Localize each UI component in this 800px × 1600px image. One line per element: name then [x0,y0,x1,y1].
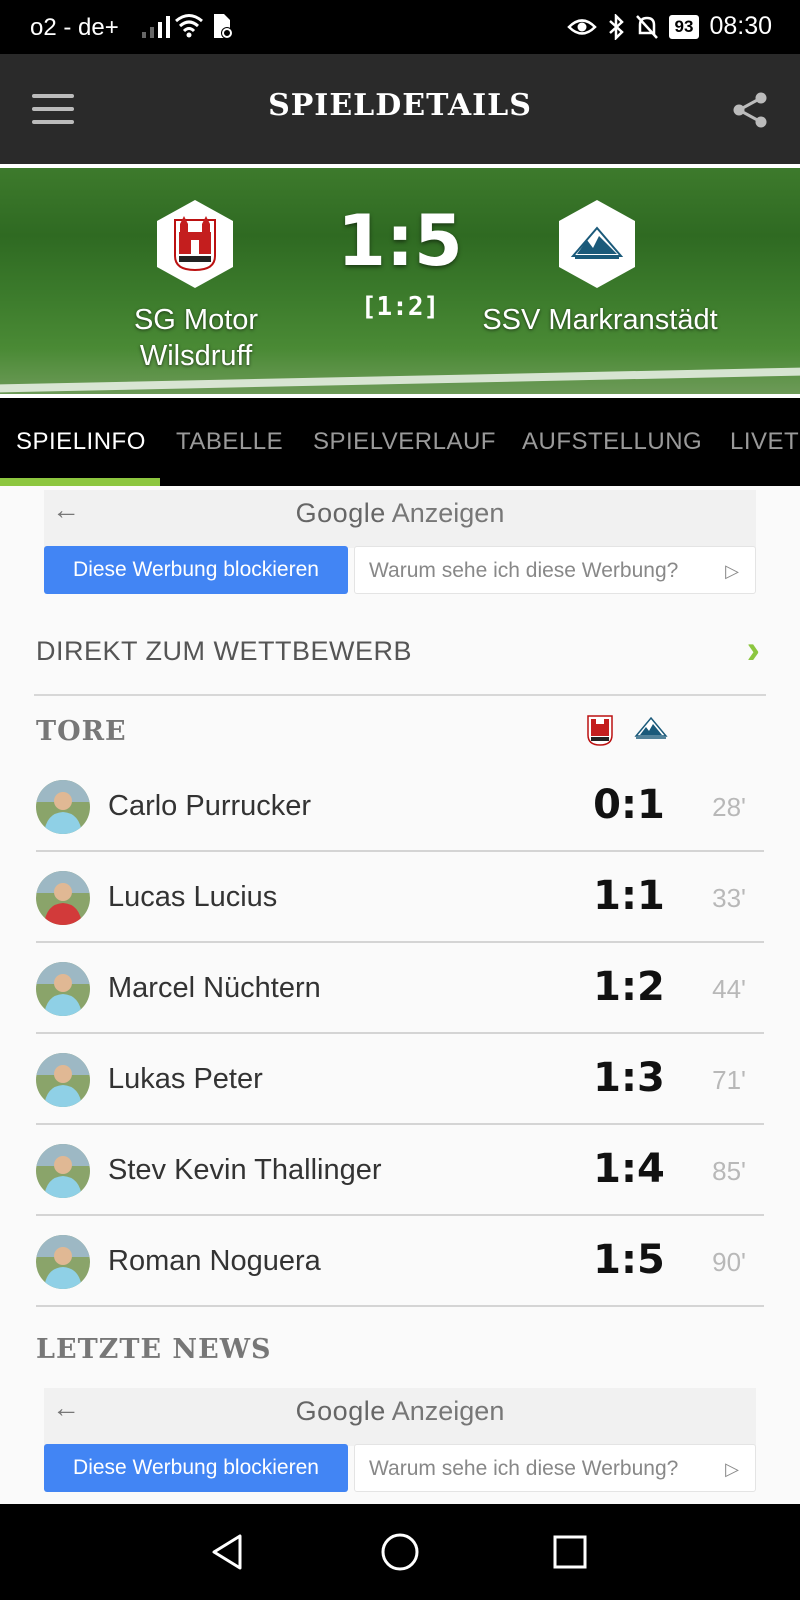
goal-minute: 85' [712,1156,746,1186]
goal-row[interactable]: Carlo Purrucker 0:1 28' [36,762,764,852]
goal-row[interactable]: Marcel Nüchtern 1:2 44' [36,944,764,1034]
why-ad-button[interactable]: Warum sehe ich diese Werbung? ▷ [354,546,756,594]
ad-brand: Google Anzeigen [44,498,756,529]
carrier-label: o2 - de+ [30,14,119,41]
player-avatar [36,780,90,834]
goal-row[interactable]: Stev Kevin Thallinger 1:4 85' [36,1126,764,1216]
ad-choices-icon: ▷ [725,1459,739,1479]
screen: o2 - de+ 93 08:30 SPIELDETAILS SG Motor … [0,0,800,1600]
goals-heading: TORE [36,716,127,747]
goal-score: 1:3 [593,1055,665,1101]
player-name: Roman Noguera [108,1245,321,1277]
status-right: 93 08:30 [566,12,772,41]
ad-brand: Google Anzeigen [44,1396,756,1427]
row-divider [36,941,764,943]
back-icon[interactable] [206,1530,250,1574]
recents-icon[interactable] [548,1530,592,1574]
battery-indicator: 93 [668,14,700,39]
ad-label: Anzeigen [391,498,505,528]
bluetooth-icon [608,13,624,40]
player-name: Carlo Purrucker [108,790,312,822]
player-name: Stev Kevin Thallinger [108,1154,382,1186]
player-avatar [36,962,90,1016]
chevron-right-icon: › [746,628,760,672]
direct-link-label: DIREKT ZUM WETTBEWERB [36,636,413,666]
tab-liveticker[interactable]: LIVET [730,428,799,456]
app-bar: SPIELDETAILS [0,54,800,164]
goal-score: 1:2 [593,964,665,1010]
page-title: SPIELDETAILS [268,88,532,123]
goal-score: 1:5 [593,1237,665,1283]
direct-to-competition-link[interactable]: DIREKT ZUM WETTBEWERB › [36,628,764,688]
google-logo: Google [295,1396,386,1426]
goal-score: 0:1 [593,782,665,828]
why-ad-label: Warum sehe ich diese Werbung? [369,559,679,582]
wifi-icon [175,14,203,38]
away-team-name[interactable]: SSV Markranstädt [480,302,720,338]
goal-score: 1:4 [593,1146,665,1192]
clock: 08:30 [709,12,772,40]
player-avatar [36,871,90,925]
divider [34,694,766,696]
away-team-crest[interactable] [555,198,639,290]
halftime-score: [1:2] [360,292,440,322]
system-navigation-bar [0,1504,800,1600]
tab-spielverlauf[interactable]: SPIELVERLAUF [313,428,496,456]
player-avatar [36,1053,90,1107]
row-divider [36,1032,764,1034]
google-ad: ← Google Anzeigen Diese Werbung blockier… [44,490,756,594]
goal-row[interactable]: Roman Noguera 1:5 90' [36,1217,764,1307]
away-mini-crest-icon [634,716,668,750]
goal-minute: 44' [712,974,746,1004]
row-divider [36,1305,764,1307]
why-ad-label: Warum sehe ich diese Werbung? [369,1457,679,1480]
block-ad-button[interactable]: Diese Werbung blockieren [44,1444,348,1492]
row-divider [36,1214,764,1216]
why-ad-button[interactable]: Warum sehe ich diese Werbung? ▷ [354,1444,756,1492]
home-mini-crest-icon [585,713,615,747]
player-name: Lucas Lucius [108,881,278,913]
player-name: Lukas Peter [108,1063,263,1095]
data-saver-icon [214,14,233,39]
home-team-crest[interactable] [153,198,237,290]
bell-off-icon [635,14,658,39]
news-heading: LETZTE NEWS [36,1334,272,1365]
tab-bar: SPIELINFO TABELLE SPIELVERLAUF AUFSTELLU… [0,398,800,486]
goal-row[interactable]: Lucas Lucius 1:1 33' [36,853,764,943]
goal-minute: 90' [712,1247,746,1277]
goal-row[interactable]: Lukas Peter 1:3 71' [36,1035,764,1125]
eye-icon [566,18,597,35]
goal-minute: 33' [712,883,746,913]
goal-minute: 28' [712,792,746,822]
block-ad-button[interactable]: Diese Werbung blockieren [44,546,348,594]
tab-aufstellung[interactable]: AUFSTELLUNG [522,428,702,456]
row-divider [36,850,764,852]
final-score: 1:5 [337,200,463,282]
home-team-name[interactable]: SG Motor Wilsdruff [76,302,316,374]
goal-minute: 71' [712,1065,746,1095]
status-bar: o2 - de+ 93 08:30 [0,0,800,54]
tab-tabelle[interactable]: TABELLE [176,428,283,456]
tab-spielinfo[interactable]: SPIELINFO [16,428,146,456]
google-logo: Google [295,498,386,528]
home-icon[interactable] [378,1530,422,1574]
player-name: Marcel Nüchtern [108,972,321,1004]
ad-label: Anzeigen [391,1396,505,1426]
share-icon[interactable] [730,90,770,130]
player-avatar [36,1235,90,1289]
google-ad: ← Google Anzeigen Diese Werbung blockier… [44,1388,756,1492]
row-divider [36,1123,764,1125]
player-avatar [36,1144,90,1198]
active-tab-indicator [0,478,160,486]
match-header: SG Motor Wilsdruff 1:5 [1:2] SSV Markran… [0,168,800,394]
signal-icon [142,14,170,38]
ad-choices-icon: ▷ [725,561,739,581]
goal-score: 1:1 [593,873,665,919]
